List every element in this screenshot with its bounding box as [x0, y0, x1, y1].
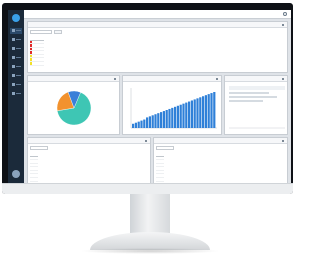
calendar-icon[interactable]: [10, 73, 22, 79]
search-input[interactable]: [30, 146, 48, 150]
bar[interactable]: [188, 101, 191, 128]
search-input[interactable]: [156, 146, 174, 150]
panel-menu-icon[interactable]: [282, 24, 284, 26]
details-panel: [224, 75, 288, 135]
bar[interactable]: [185, 102, 188, 128]
bar[interactable]: [134, 122, 137, 128]
list-icon[interactable]: [10, 46, 22, 52]
bar[interactable]: [174, 106, 177, 128]
home-icon[interactable]: [10, 28, 22, 34]
settings-icon[interactable]: [10, 91, 22, 97]
bar[interactable]: [132, 123, 135, 128]
bar[interactable]: [143, 119, 146, 128]
bar[interactable]: [179, 104, 182, 128]
bar[interactable]: [196, 98, 199, 128]
bar[interactable]: [204, 95, 207, 128]
bar[interactable]: [140, 120, 143, 128]
bottom-left-table: [30, 152, 38, 183]
bar[interactable]: [213, 92, 216, 128]
bar-chart: [130, 88, 217, 129]
bar[interactable]: [154, 114, 157, 128]
user-avatar[interactable]: [12, 170, 20, 178]
bottom-right-table-panel: [153, 137, 288, 184]
details-chart: [229, 86, 285, 129]
grid-icon[interactable]: [10, 37, 22, 43]
stand-shadow: [80, 248, 220, 254]
bar-chart-panel: [122, 75, 222, 135]
bar[interactable]: [176, 105, 179, 128]
panel-menu-icon[interactable]: [282, 140, 284, 142]
search-input[interactable]: [30, 30, 52, 34]
bar[interactable]: [151, 115, 154, 128]
panel-header: [28, 138, 150, 144]
app-logo-icon: [12, 14, 20, 22]
app-header: [24, 10, 291, 19]
bar[interactable]: [182, 103, 185, 128]
user-icon[interactable]: [10, 82, 22, 88]
table-row[interactable]: [30, 61, 44, 66]
table-cell: [42, 61, 44, 66]
bar[interactable]: [202, 96, 205, 128]
bottom-left-table-panel: [27, 137, 151, 184]
pie-chart-panel: [27, 75, 120, 135]
bar[interactable]: [162, 111, 165, 128]
bar[interactable]: [207, 94, 210, 128]
panel-menu-icon[interactable]: [216, 78, 218, 80]
monitor-bezel: [2, 3, 293, 194]
status-table: [30, 36, 44, 66]
panel-menu-icon[interactable]: [282, 78, 284, 80]
filter-dropdown[interactable]: [54, 30, 62, 34]
bar[interactable]: [199, 97, 202, 128]
bar[interactable]: [193, 99, 196, 128]
bar[interactable]: [137, 121, 140, 128]
panel-header: [28, 22, 287, 28]
panel-header: [154, 138, 287, 144]
bar[interactable]: [210, 93, 213, 128]
bar[interactable]: [148, 116, 151, 128]
chart-icon[interactable]: [10, 55, 22, 61]
status-table-panel: [27, 21, 288, 73]
panel-menu-icon[interactable]: [114, 78, 116, 80]
pie-chart: [56, 90, 92, 126]
monitor-chin: [2, 183, 293, 194]
bar[interactable]: [168, 108, 171, 128]
bar[interactable]: [160, 112, 163, 128]
bar[interactable]: [190, 100, 193, 128]
monitor-stand-neck: [130, 194, 170, 236]
tool-icon[interactable]: [10, 64, 22, 70]
bar[interactable]: [146, 117, 149, 128]
bottom-right-table: [156, 152, 164, 183]
settings-icon[interactable]: [283, 12, 287, 16]
panel-menu-icon[interactable]: [145, 140, 147, 142]
monitor-screen: [8, 10, 291, 186]
bar[interactable]: [171, 107, 174, 128]
bar[interactable]: [157, 113, 160, 128]
bar[interactable]: [165, 110, 168, 128]
app-sidebar: [8, 10, 24, 186]
